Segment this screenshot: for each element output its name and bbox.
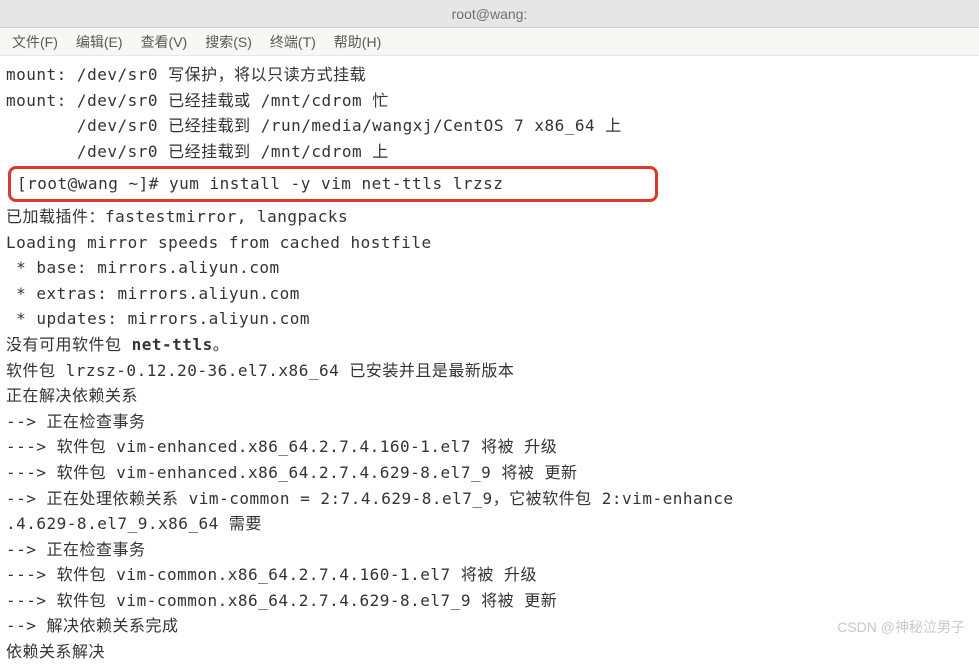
terminal-output[interactable]: mount: /dev/sr0 写保护，将以只读方式挂载 mount: /dev… xyxy=(0,56,979,671)
terminal-line: 没有可用软件包 net-ttls。 xyxy=(6,332,973,358)
terminal-line: * extras: mirrors.aliyun.com xyxy=(6,281,973,307)
terminal-line: 软件包 lrzsz-0.12.20-36.el7.x86_64 已安装并且是最新… xyxy=(6,358,973,384)
terminal-line: 已加载插件：fastestmirror, langpacks xyxy=(6,204,973,230)
menubar: 文件(F) 编辑(E) 查看(V) 搜索(S) 终端(T) 帮助(H) xyxy=(0,28,979,56)
terminal-line: .4.629-8.el7_9.x86_64 需要 xyxy=(6,511,973,537)
highlighted-command-box: [root@wang ~]# yum install -y vim net-tt… xyxy=(8,166,658,202)
menu-view[interactable]: 查看(V) xyxy=(141,32,188,52)
terminal-line: * updates: mirrors.aliyun.com xyxy=(6,306,973,332)
terminal-line: ---> 软件包 vim-enhanced.x86_64.2.7.4.629-8… xyxy=(6,460,973,486)
terminal-line: Loading mirror speeds from cached hostfi… xyxy=(6,230,973,256)
command-prompt-line: [root@wang ~]# yum install -y vim net-tt… xyxy=(17,174,503,193)
terminal-line: ---> 软件包 vim-enhanced.x86_64.2.7.4.160-1… xyxy=(6,434,973,460)
window-title: root@wang: xyxy=(452,6,528,22)
menu-file[interactable]: 文件(F) xyxy=(12,32,58,52)
terminal-line: --> 正在检查事务 xyxy=(6,409,973,435)
menu-terminal[interactable]: 终端(T) xyxy=(270,32,316,52)
terminal-line: * base: mirrors.aliyun.com xyxy=(6,255,973,281)
menu-help[interactable]: 帮助(H) xyxy=(334,32,381,52)
terminal-line: 正在解决依赖关系 xyxy=(6,383,973,409)
terminal-line: /dev/sr0 已经挂载到 /mnt/cdrom 上 xyxy=(6,139,973,165)
menu-edit[interactable]: 编辑(E) xyxy=(76,32,123,52)
terminal-line: --> 解决依赖关系完成 xyxy=(6,613,973,639)
terminal-line: mount: /dev/sr0 写保护，将以只读方式挂载 xyxy=(6,62,973,88)
terminal-line: ---> 软件包 vim-common.x86_64.2.7.4.160-1.e… xyxy=(6,562,973,588)
terminal-line: 依赖关系解决 xyxy=(6,639,973,665)
terminal-line: ---> 软件包 vim-common.x86_64.2.7.4.629-8.e… xyxy=(6,588,973,614)
menu-search[interactable]: 搜索(S) xyxy=(205,32,252,52)
terminal-line: --> 正在处理依赖关系 vim-common = 2:7.4.629-8.el… xyxy=(6,486,973,512)
terminal-line: /dev/sr0 已经挂载到 /run/media/wangxj/CentOS … xyxy=(6,113,973,139)
window-titlebar: root@wang: xyxy=(0,0,979,28)
bold-package-name: net-ttls xyxy=(132,335,213,354)
terminal-line: --> 正在检查事务 xyxy=(6,537,973,563)
terminal-line: mount: /dev/sr0 已经挂载或 /mnt/cdrom 忙 xyxy=(6,88,973,114)
